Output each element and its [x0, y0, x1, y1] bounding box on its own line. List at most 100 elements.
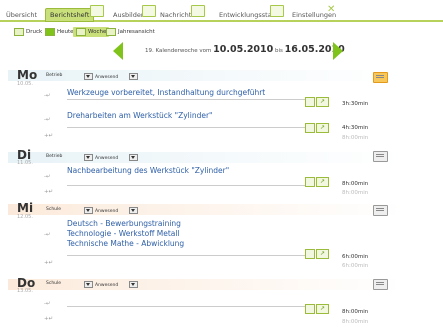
prev-week-arrow-icon[interactable]: [113, 42, 123, 60]
day-band-mi: [8, 204, 403, 215]
entwicklungsstand-icon: [270, 5, 284, 17]
heute-button[interactable]: Heute: [45, 27, 74, 37]
settings-icon: ✕: [327, 4, 336, 15]
remove-entry-button[interactable]: -↵: [44, 232, 51, 238]
chart-icon[interactable]: ↗: [316, 249, 329, 259]
ausbilder-icon: [142, 5, 156, 17]
entry-controls: ↗: [305, 304, 329, 314]
heute-label: Heute: [57, 29, 74, 35]
day-total: 6h:00min: [342, 263, 369, 269]
chevron-down-icon: [129, 207, 138, 214]
entry-controls: ↗: [305, 97, 329, 107]
week-bis: bis: [275, 48, 283, 54]
year-icon: [106, 27, 116, 36]
tab-ausbilder[interactable]: Ausbilder: [113, 10, 144, 20]
woche-label: Woche: [88, 29, 107, 35]
jahresansicht-label: Jahresansicht: [118, 29, 155, 35]
day-date: 12.05.: [17, 214, 33, 220]
day-band-di: [8, 152, 403, 163]
edit-button[interactable]: [305, 304, 315, 314]
day-total: 8h:00min: [342, 135, 369, 141]
entry-divider: [67, 255, 313, 256]
jahresansicht-button[interactable]: Jahresansicht: [106, 27, 155, 37]
chart-icon[interactable]: ↗: [316, 177, 329, 187]
chevron-down-icon: [84, 73, 93, 80]
entry-text[interactable]: Technische Mathe - Abwicklung: [67, 239, 184, 248]
note-icon[interactable]: [373, 205, 388, 216]
chevron-down-icon: [129, 154, 138, 161]
entry-controls: ↗: [305, 249, 329, 259]
extra-select[interactable]: [129, 73, 140, 80]
remove-entry-button[interactable]: -↵: [44, 117, 51, 123]
chevron-down-icon: [84, 154, 93, 161]
entry-time: 3h:30min: [342, 101, 369, 107]
status-select[interactable]: Anwesend: [84, 154, 118, 161]
day-total: 8h:00min: [342, 319, 369, 325]
week-range: 19. Kalenderwoche vom 10.05.2010 bis 16.…: [145, 44, 345, 55]
entry-divider: [67, 185, 313, 186]
extra-select[interactable]: [129, 207, 140, 214]
status-select[interactable]: Anwesend: [84, 281, 118, 288]
chevron-down-icon: [129, 73, 138, 80]
place-select[interactable]: Betrieb: [46, 73, 62, 78]
chart-icon[interactable]: ↗: [316, 123, 329, 133]
week-prefix: 19. Kalenderwoche vom: [145, 48, 212, 54]
extra-select[interactable]: [129, 154, 140, 161]
druck-button[interactable]: Druck: [14, 27, 42, 37]
remove-entry-button[interactable]: -↵: [44, 93, 51, 99]
remove-entry-button[interactable]: -↵: [44, 174, 51, 180]
day-band-do: [8, 279, 403, 290]
entry-text[interactable]: Deutsch - Bewerbungstraining: [67, 219, 181, 228]
day-band-mo: [8, 70, 403, 81]
woche-button[interactable]: Woche: [73, 27, 110, 37]
week-icon: [76, 27, 86, 36]
edit-button[interactable]: [305, 177, 315, 187]
day-date: 10.05.: [17, 81, 33, 87]
berichtsheft-icon: [90, 5, 104, 17]
entry-divider: [67, 306, 313, 307]
note-icon[interactable]: [373, 72, 388, 83]
entry-time: 8h:00min: [342, 181, 369, 187]
place-select[interactable]: Schule: [46, 207, 61, 212]
day-name: Mi: [17, 201, 34, 215]
entry-controls: ↗: [305, 177, 329, 187]
week-start: 10.05.2010: [213, 44, 274, 55]
today-icon: [45, 27, 55, 36]
entry-divider: [67, 99, 313, 100]
nachrichten-icon: [191, 5, 205, 17]
note-icon[interactable]: [373, 279, 388, 290]
entry-time: 6h:00min: [342, 254, 369, 260]
print-icon: [14, 27, 24, 36]
add-entry-button[interactable]: +↵: [44, 133, 53, 139]
chevron-down-icon: [84, 281, 93, 288]
status-select[interactable]: Anwesend: [84, 73, 118, 80]
extra-select[interactable]: [129, 281, 140, 288]
edit-button[interactable]: [305, 123, 315, 133]
edit-button[interactable]: [305, 97, 315, 107]
day-total: 8h:00min: [342, 190, 369, 196]
tab-uebersicht[interactable]: Übersicht: [6, 10, 37, 20]
chevron-down-icon: [129, 281, 138, 288]
entry-controls: ↗: [305, 123, 329, 133]
entry-text[interactable]: Technologie - Werkstoff Metall: [67, 229, 180, 238]
entry-text[interactable]: Dreharbeiten am Werkstück "Zylinder": [67, 111, 213, 120]
next-week-arrow-icon[interactable]: [333, 42, 343, 60]
edit-button[interactable]: [305, 249, 315, 259]
status-select[interactable]: Anwesend: [84, 207, 118, 214]
note-icon[interactable]: [373, 151, 388, 162]
chart-icon[interactable]: ↗: [316, 304, 329, 314]
remove-entry-button[interactable]: -↵: [44, 301, 51, 307]
entry-time: 8h:00min: [342, 309, 369, 315]
entry-text[interactable]: Werkzeuge vorbereitet, Instandhaltung du…: [67, 88, 265, 97]
day-date: 11.05.: [17, 160, 33, 166]
entry-text[interactable]: Nachbearbeitung des Werkstück "Zylinder": [67, 166, 229, 175]
add-entry-button[interactable]: +↵: [44, 189, 53, 195]
day-date: 13.05.: [17, 288, 33, 294]
place-select[interactable]: Betrieb: [46, 154, 62, 159]
add-entry-button[interactable]: +↵: [44, 316, 53, 322]
place-select[interactable]: Schule: [46, 281, 61, 286]
tab-berichtsheft[interactable]: Berichtsheft: [45, 8, 95, 22]
day-name: Mo: [17, 68, 38, 82]
chart-icon[interactable]: ↗: [316, 97, 329, 107]
add-entry-button[interactable]: +↵: [44, 260, 53, 266]
